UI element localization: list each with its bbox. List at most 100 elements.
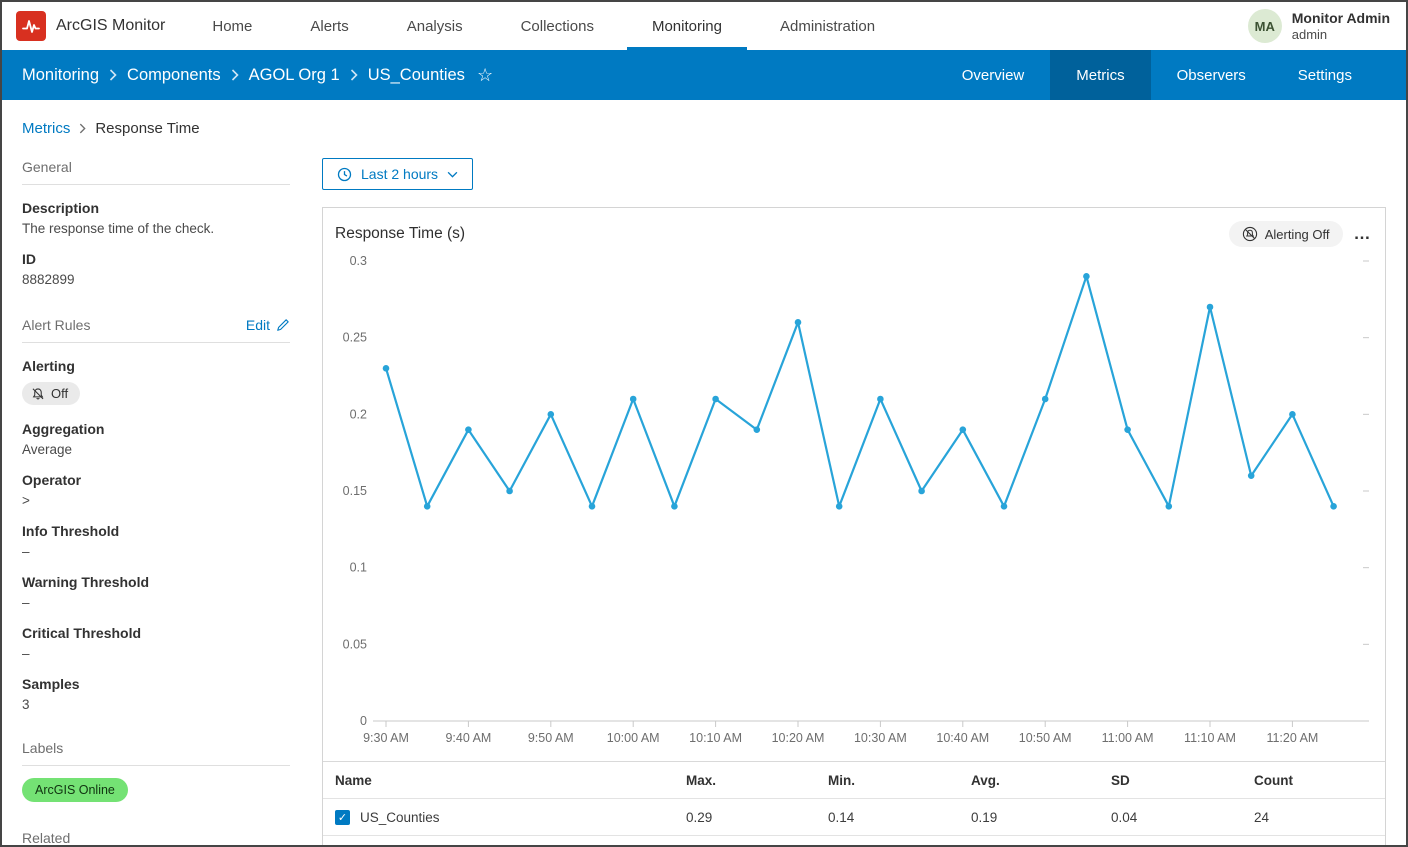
tab-overview[interactable]: Overview [936, 50, 1051, 100]
info-threshold-field: Info Threshold – [22, 523, 290, 559]
table-header-row: Name Max. Min. Avg. SD Count [323, 762, 1385, 799]
svg-text:10:40 AM: 10:40 AM [936, 731, 989, 745]
col-header-sd: SD [1111, 773, 1254, 788]
user-name: Monitor Admin [1292, 9, 1390, 27]
alerting-off-button[interactable]: Alerting Off [1229, 221, 1343, 247]
edit-alert-rules-button[interactable]: Edit [246, 317, 290, 333]
arcgis-monitor-logo-icon[interactable] [16, 11, 46, 41]
samples-field: Samples 3 [22, 676, 290, 712]
svg-text:0.1: 0.1 [350, 561, 367, 575]
alert-rules-section-heading: Alert Rules Edit [22, 317, 290, 343]
col-header-name: Name [335, 773, 686, 788]
more-options-button[interactable]: … [1354, 230, 1372, 238]
critical-threshold-value: – [22, 646, 290, 661]
general-heading-label: General [22, 159, 72, 175]
svg-text:10:20 AM: 10:20 AM [772, 731, 825, 745]
pencil-icon [276, 318, 290, 332]
chevron-down-icon [447, 171, 458, 178]
labels-heading-label: Labels [22, 740, 63, 756]
col-header-avg: Avg. [971, 773, 1111, 788]
warning-threshold-label: Warning Threshold [22, 574, 290, 590]
chevron-right-icon [231, 69, 239, 81]
metric-detail-sidebar: Metrics Response Time General Descriptio… [2, 100, 310, 845]
chevron-right-icon [350, 69, 358, 81]
svg-text:0.25: 0.25 [343, 331, 367, 345]
svg-text:9:40 AM: 9:40 AM [445, 731, 491, 745]
nav-item-home[interactable]: Home [183, 2, 281, 50]
description-value: The response time of the check. [22, 221, 290, 236]
top-nav: ArcGIS Monitor Home Alerts Analysis Coll… [2, 2, 1406, 50]
svg-text:11:10 AM: 11:10 AM [1184, 731, 1236, 745]
time-range-dropdown[interactable]: Last 2 hours [322, 158, 473, 190]
id-label: ID [22, 251, 290, 267]
user-avatar[interactable]: MA [1248, 9, 1282, 43]
row-name: US_Counties [360, 810, 440, 825]
chart-title: Response Time (s) [335, 225, 465, 243]
row-checkbox[interactable]: ✓ [335, 810, 350, 825]
breadcrumb-monitoring[interactable]: Monitoring [22, 66, 99, 85]
tab-settings[interactable]: Settings [1272, 50, 1378, 100]
app-window: ArcGIS Monitor Home Alerts Analysis Coll… [0, 0, 1408, 847]
operator-value: > [22, 493, 290, 508]
breadcrumb-us-counties: US_Counties [368, 66, 465, 85]
svg-text:11:00 AM: 11:00 AM [1102, 731, 1154, 745]
nav-item-monitoring[interactable]: Monitoring [623, 2, 751, 50]
row-max: 0.29 [686, 810, 828, 825]
operator-field: Operator > [22, 472, 290, 508]
table-row[interactable]: ✓ US_Counties 0.29 0.14 0.19 0.04 24 [323, 799, 1385, 836]
tab-metrics[interactable]: Metrics [1050, 50, 1150, 100]
id-value: 8882899 [22, 272, 290, 287]
nav-item-administration[interactable]: Administration [751, 2, 904, 50]
component-tabs: Overview Metrics Observers Settings [936, 50, 1378, 100]
metric-main-panel: Last 2 hours Response Time (s) Alerting … [310, 100, 1406, 845]
svg-text:0.15: 0.15 [343, 484, 367, 498]
description-field: Description The response time of the che… [22, 200, 290, 236]
response-time-line-chart[interactable]: 00.050.10.150.20.250.39:30 AM9:40 AM9:50… [335, 248, 1375, 756]
aggregation-value: Average [22, 442, 290, 457]
svg-text:0.2: 0.2 [350, 407, 367, 421]
aggregation-label: Aggregation [22, 421, 290, 437]
user-info: Monitor Admin admin [1292, 9, 1390, 43]
favorite-star-icon[interactable]: ☆ [477, 66, 493, 84]
warning-threshold-value: – [22, 595, 290, 610]
breadcrumb-agol-org[interactable]: AGOL Org 1 [249, 66, 340, 85]
related-section-heading: Related [22, 830, 290, 846]
row-count: 24 [1254, 810, 1385, 825]
labels-section-heading: Labels [22, 740, 290, 766]
row-sd: 0.04 [1111, 810, 1254, 825]
time-range-label: Last 2 hours [361, 166, 438, 182]
breadcrumb-components[interactable]: Components [127, 66, 221, 85]
svg-text:11:20 AM: 11:20 AM [1266, 731, 1318, 745]
clock-icon [337, 167, 352, 182]
nav-item-alerts[interactable]: Alerts [281, 2, 377, 50]
svg-text:0.05: 0.05 [343, 637, 367, 651]
sidebar-breadcrumb-current: Response Time [95, 120, 199, 137]
bell-slash-icon [31, 387, 45, 401]
chart-area: 00.050.10.150.20.250.39:30 AM9:40 AM9:50… [323, 248, 1385, 761]
tab-observers[interactable]: Observers [1151, 50, 1272, 100]
page-content: Metrics Response Time General Descriptio… [2, 100, 1406, 845]
col-header-min: Min. [828, 773, 971, 788]
general-section-heading: General [22, 159, 290, 185]
svg-text:10:50 AM: 10:50 AM [1019, 731, 1072, 745]
alerting-label: Alerting [22, 358, 290, 374]
row-name-cell: ✓ US_Counties [335, 810, 686, 825]
component-header-bar: Monitoring Components AGOL Org 1 US_Coun… [2, 50, 1406, 100]
arcgis-online-label-badge: ArcGIS Online [22, 778, 128, 802]
col-header-count: Count [1254, 773, 1385, 788]
operator-label: Operator [22, 472, 290, 488]
critical-threshold-label: Critical Threshold [22, 625, 290, 641]
chevron-right-icon [79, 123, 86, 134]
user-role: admin [1292, 27, 1390, 43]
svg-text:9:50 AM: 9:50 AM [528, 731, 574, 745]
row-avg: 0.19 [971, 810, 1111, 825]
alerting-field: Alerting Off [22, 358, 290, 406]
nav-item-collections[interactable]: Collections [492, 2, 623, 50]
nav-item-analysis[interactable]: Analysis [378, 2, 492, 50]
svg-text:9:30 AM: 9:30 AM [363, 731, 409, 745]
bell-slash-circle-icon [1242, 226, 1258, 242]
sidebar-breadcrumb-metrics[interactable]: Metrics [22, 120, 70, 137]
svg-text:10:30 AM: 10:30 AM [854, 731, 907, 745]
aggregation-field: Aggregation Average [22, 421, 290, 457]
alerting-value: Off [51, 386, 68, 401]
